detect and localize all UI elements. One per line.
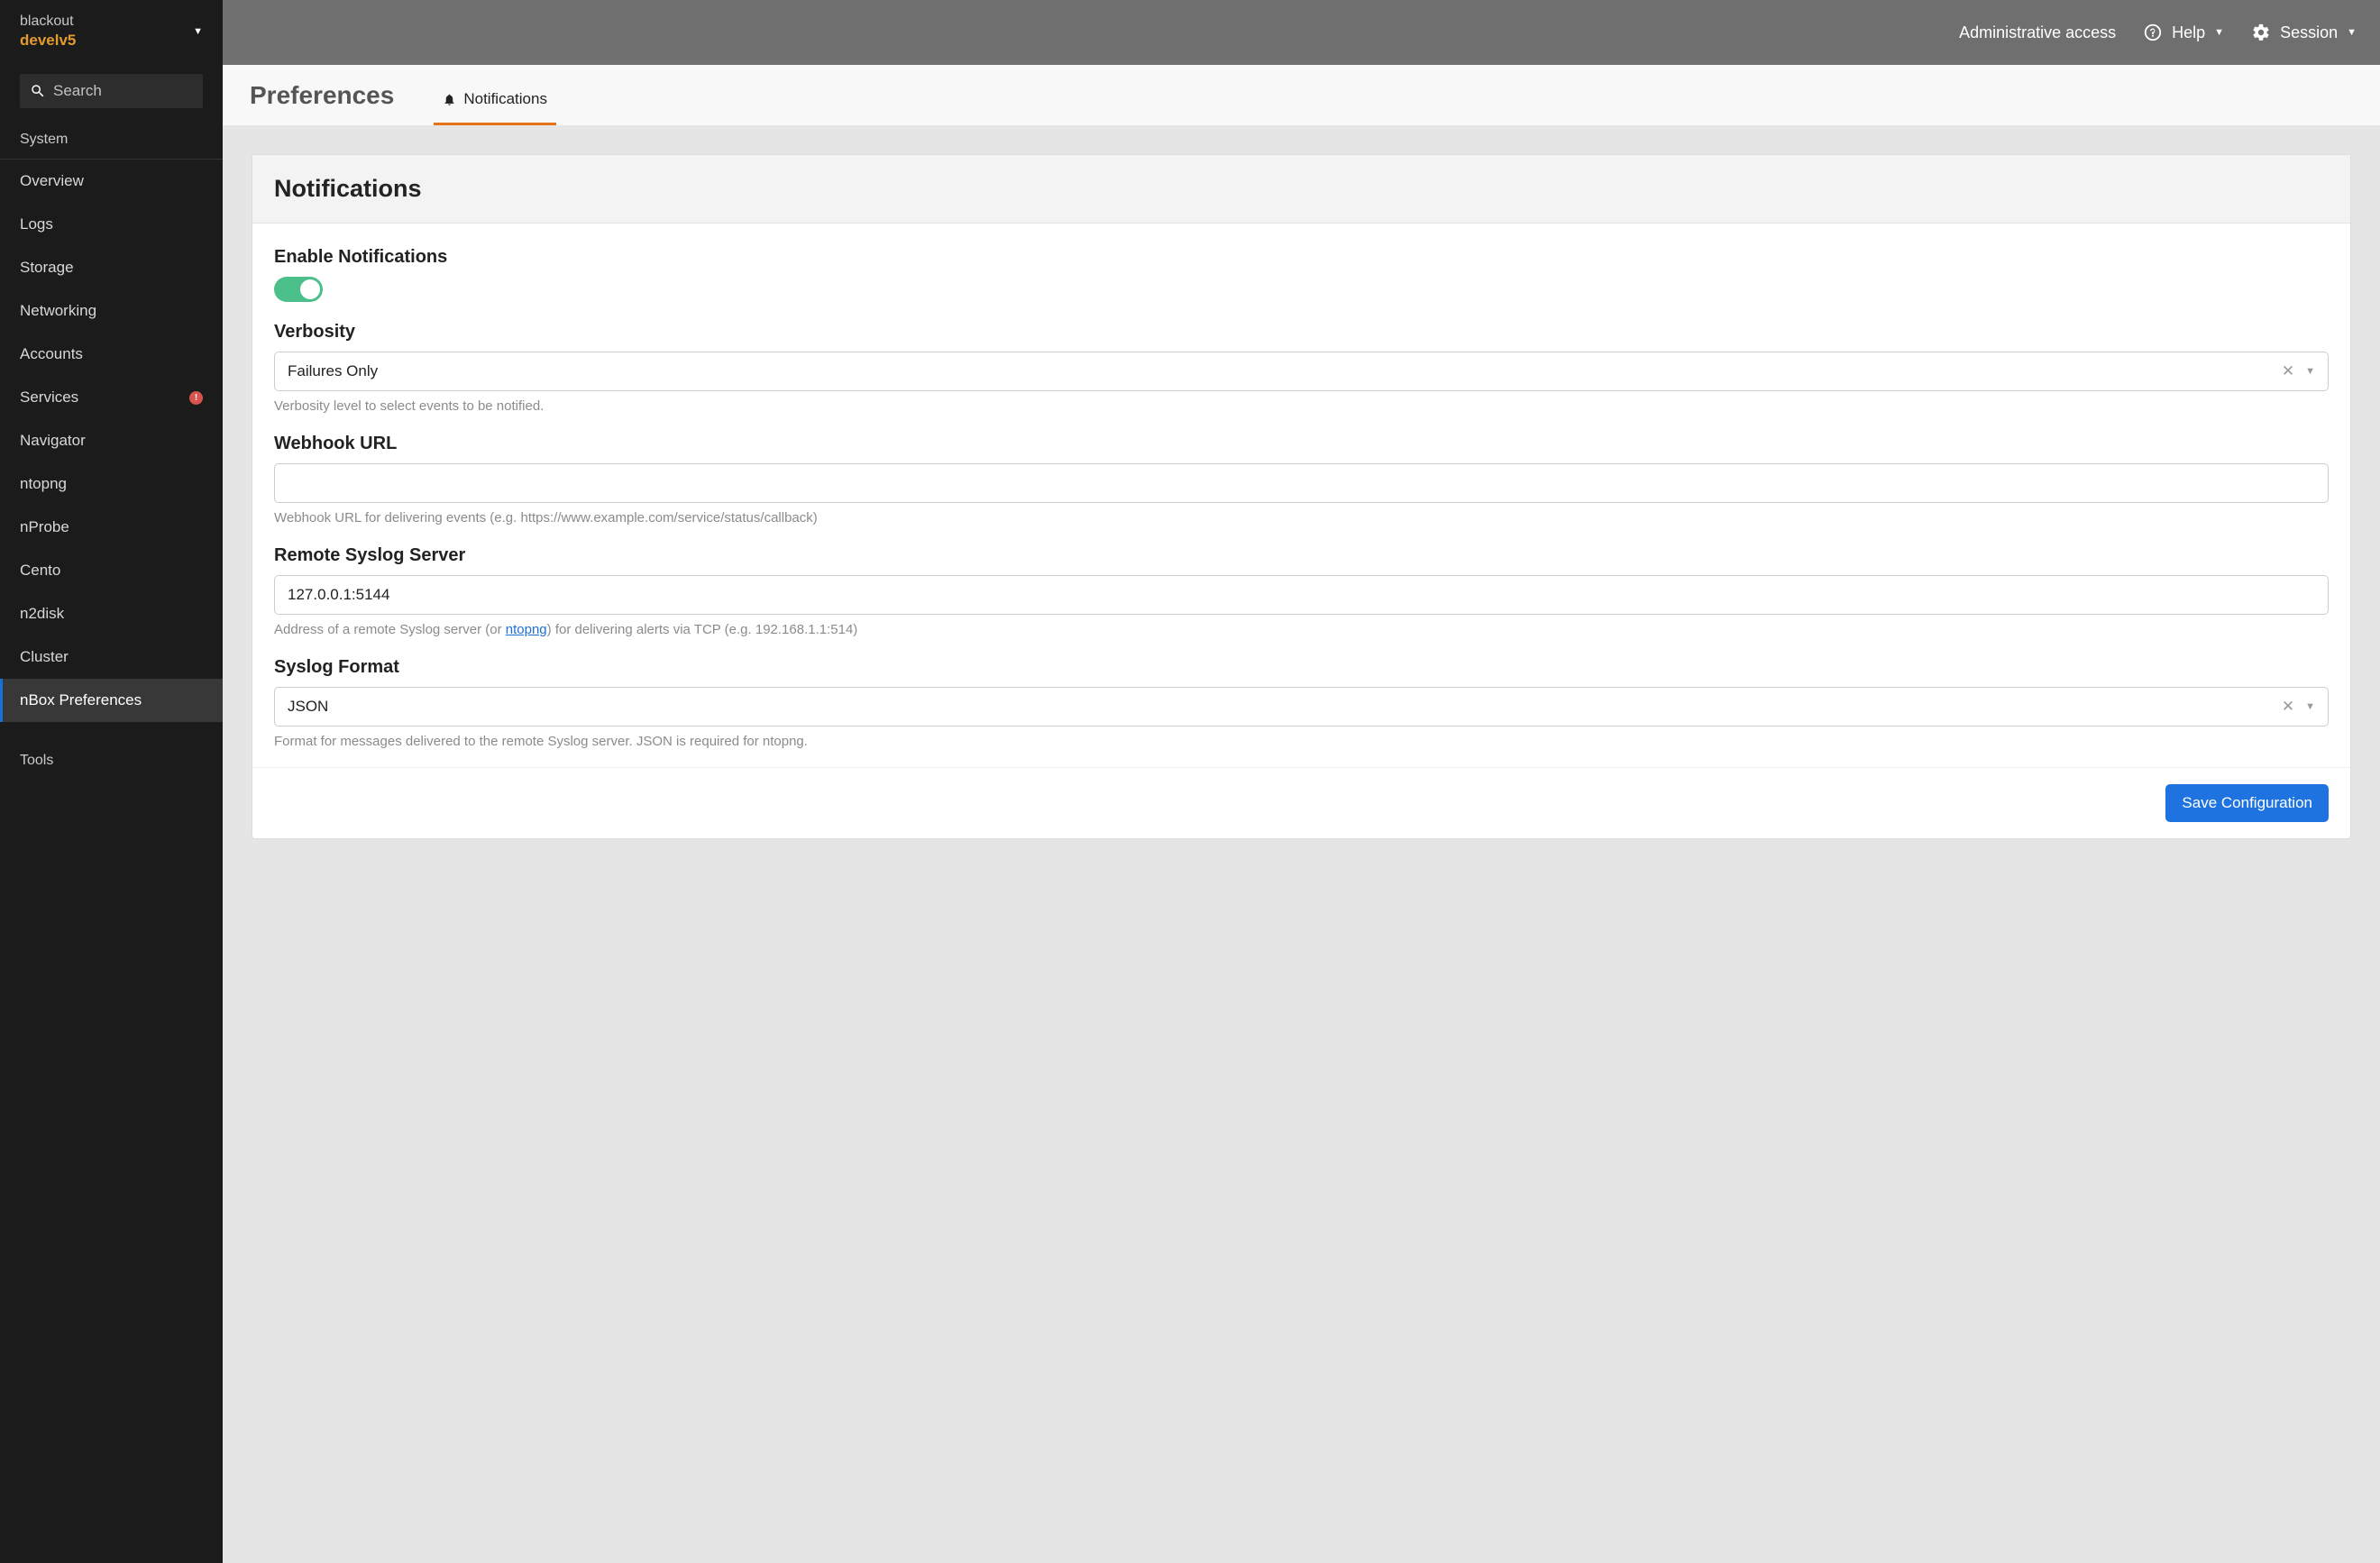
chevron-down-icon: ▼ (2347, 27, 2357, 38)
sidebar-item-label: Services (20, 388, 78, 407)
syslog-server-input[interactable] (274, 575, 2329, 615)
syslog-format-select[interactable]: JSON ✕ ▼ (274, 687, 2329, 727)
sidebar-item-accounts[interactable]: Accounts (0, 333, 223, 376)
syslog-format-label: Syslog Format (274, 657, 2329, 678)
sidebar-item-label: Accounts (20, 345, 83, 363)
sidebar-item-label: Logs (20, 215, 53, 233)
notifications-card: Notifications Enable Notifications Verbo… (252, 154, 2351, 839)
sidebar-item-label: nBox Preferences (20, 691, 142, 709)
sidebar-item-label: n2disk (20, 605, 64, 623)
sidebar-item-nprobe[interactable]: nProbe (0, 506, 223, 549)
help-menu[interactable]: Help ▼ (2143, 23, 2224, 42)
ntopng-link[interactable]: ntopng (506, 622, 547, 637)
sidebar-item-label: Overview (20, 172, 84, 190)
card-header: Notifications (252, 155, 2350, 224)
admin-access-label: Administrative access (1959, 23, 2116, 42)
sidebar-item-services[interactable]: Services ! (0, 376, 223, 419)
sidebar-item-cento[interactable]: Cento (0, 549, 223, 592)
card-footer: Save Configuration (252, 767, 2350, 838)
syslog-help-post: ) for delivering alerts via TCP (e.g. 19… (547, 622, 858, 637)
host-label: blackout (20, 14, 76, 30)
sidebar-item-label: Cluster (20, 648, 69, 666)
search-input[interactable]: Search (20, 74, 203, 108)
sidebar-item-logs[interactable]: Logs (0, 203, 223, 246)
verbosity-label: Verbosity (274, 322, 2329, 343)
sidebar-section-system: System (0, 124, 223, 160)
alert-badge-icon: ! (189, 391, 203, 405)
session-label: Session (2280, 23, 2338, 42)
syslog-format-help: Format for messages delivered to the rem… (274, 734, 2329, 749)
sidebar-item-label: Navigator (20, 432, 86, 450)
sidebar: blackout develv5 ▼ Search System Overvie… (0, 0, 223, 1563)
card-title: Notifications (274, 175, 2329, 203)
admin-access-button[interactable]: Administrative access (1959, 23, 2116, 42)
page-title: Preferences (250, 81, 394, 110)
tabs-row: Preferences Notifications (223, 65, 2380, 125)
clear-icon[interactable]: ✕ (2282, 362, 2294, 380)
sidebar-item-label: Storage (20, 259, 74, 277)
sidebar-item-overview[interactable]: Overview (0, 160, 223, 203)
sidebar-item-label: nProbe (20, 518, 69, 536)
chevron-down-icon[interactable]: ▼ (193, 26, 203, 37)
sidebar-header[interactable]: blackout develv5 ▼ (0, 0, 223, 63)
clear-icon[interactable]: ✕ (2282, 698, 2294, 716)
sidebar-item-label: ntopng (20, 475, 67, 493)
question-circle-icon (2143, 23, 2163, 42)
sidebar-item-ntopng[interactable]: ntopng (0, 462, 223, 506)
chevron-down-icon: ▼ (2214, 27, 2224, 38)
sidebar-item-navigator[interactable]: Navigator (0, 419, 223, 462)
webhook-input[interactable] (274, 463, 2329, 503)
webhook-label: Webhook URL (274, 434, 2329, 454)
sidebar-item-storage[interactable]: Storage (0, 246, 223, 289)
chevron-down-icon[interactable]: ▼ (2305, 701, 2315, 712)
tab-notifications[interactable]: Notifications (434, 74, 556, 125)
syslog-help-pre: Address of a remote Syslog server (or (274, 622, 506, 637)
bell-icon (443, 93, 456, 106)
toggle-knob (300, 279, 320, 299)
verbosity-select[interactable]: Failures Only ✕ ▼ (274, 352, 2329, 391)
verbosity-help: Verbosity level to select events to be n… (274, 398, 2329, 414)
chevron-down-icon[interactable]: ▼ (2305, 366, 2315, 377)
help-label: Help (2172, 23, 2205, 42)
verbosity-value: Failures Only (288, 362, 378, 380)
sidebar-item-n2disk[interactable]: n2disk (0, 592, 223, 635)
sidebar-item-cluster[interactable]: Cluster (0, 635, 223, 679)
syslog-server-label: Remote Syslog Server (274, 545, 2329, 566)
syslog-format-value: JSON (288, 698, 328, 716)
enable-notifications-label: Enable Notifications (274, 247, 2329, 268)
topbar: Administrative access Help ▼ Session ▼ (223, 0, 2380, 65)
sidebar-item-label: Networking (20, 302, 96, 320)
syslog-server-help: Address of a remote Syslog server (or nt… (274, 622, 2329, 637)
webhook-help: Webhook URL for delivering events (e.g. … (274, 510, 2329, 526)
sidebar-item-networking[interactable]: Networking (0, 289, 223, 333)
save-configuration-button[interactable]: Save Configuration (2165, 784, 2329, 822)
session-menu[interactable]: Session ▼ (2251, 23, 2357, 42)
env-label: develv5 (20, 32, 76, 50)
search-icon (30, 83, 46, 99)
sidebar-section-tools: Tools (0, 744, 223, 778)
gear-icon (2251, 23, 2271, 42)
enable-notifications-toggle[interactable] (274, 277, 323, 302)
sidebar-item-nbox-preferences[interactable]: nBox Preferences (0, 679, 223, 722)
sidebar-item-label: Cento (20, 562, 60, 580)
tab-label: Notifications (463, 90, 547, 108)
search-placeholder: Search (53, 82, 102, 100)
